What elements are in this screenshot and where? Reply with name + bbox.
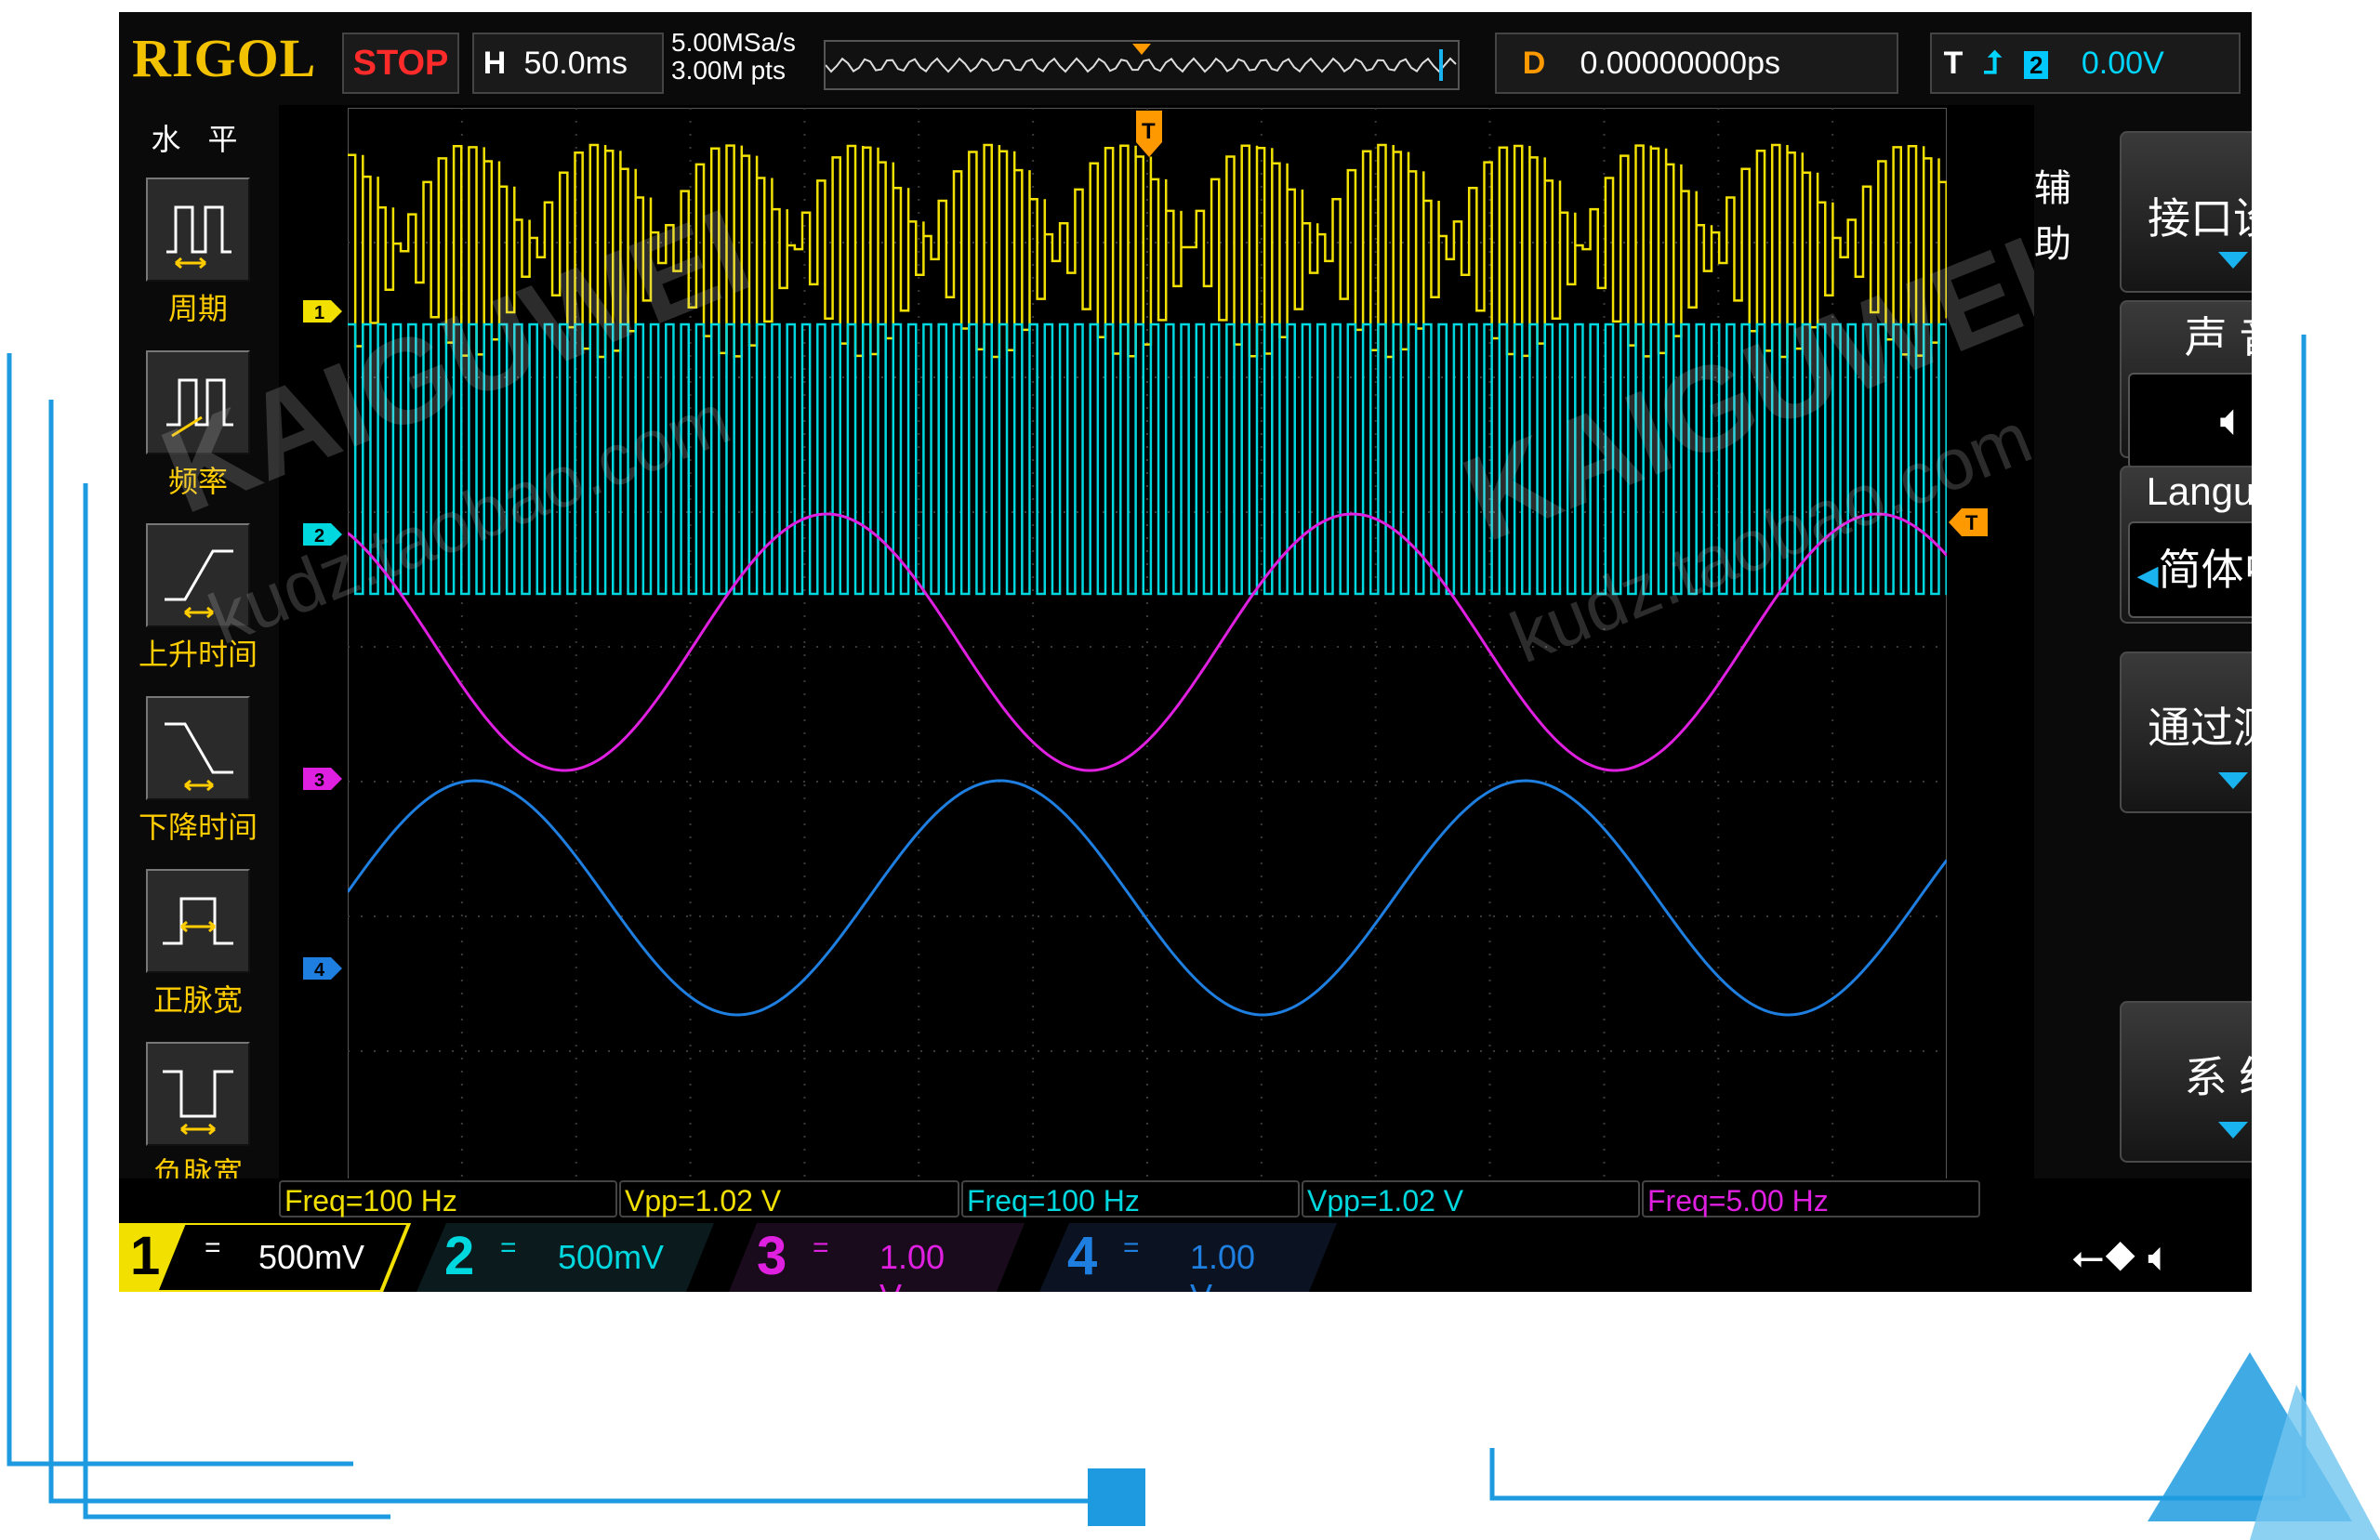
- memory-overview-waveform: [825, 44, 1457, 81]
- chevron-down-icon: [2218, 772, 2248, 789]
- trigger-label: T: [1943, 46, 1964, 81]
- utility-title: 辅 助: [2034, 161, 2071, 272]
- trigger-level-marker[interactable]: T: [1947, 507, 1990, 538]
- trigger-level: 0.00V: [2081, 46, 2164, 81]
- ch4-marker-label: 4: [314, 960, 325, 981]
- measure-item-fall-time[interactable]: 下降时间: [128, 696, 268, 847]
- negative-width-icon: [146, 1042, 250, 1146]
- horizontal-label: H: [483, 46, 507, 81]
- measure-item-positive-width[interactable]: 正脉宽: [128, 869, 268, 1020]
- measure-item-period[interactable]: 周期: [128, 178, 268, 328]
- memory-depth: 3.00M pts: [671, 56, 786, 85]
- trigger-level-marker-label: T: [1965, 511, 1978, 534]
- language-value-field: ◀简体中文: [2128, 521, 2252, 618]
- ch1-marker-label: 1: [314, 303, 324, 323]
- measure-item-label: 下降时间: [138, 810, 258, 844]
- ch3-marker-label: 3: [314, 770, 324, 791]
- ch2-offset-marker[interactable]: 2: [303, 523, 342, 546]
- channel-4-number: 4: [1067, 1226, 1098, 1286]
- chevron-down-icon: [2218, 252, 2248, 269]
- oscilloscope-screen: RIGOL STOP H 50.0ms 5.00MSa/s 3.00M pts …: [119, 12, 2252, 1292]
- sound-softkey[interactable]: 声 音 🔈︎: [2120, 300, 2252, 469]
- dc-coupling-icon: =: [500, 1232, 517, 1263]
- frequency-icon: [146, 350, 250, 454]
- status-bar: RIGOL STOP H 50.0ms 5.00MSa/s 3.00M pts …: [119, 12, 2252, 105]
- delay-label: D: [1522, 46, 1546, 81]
- ch4-offset-marker[interactable]: 4: [303, 957, 342, 981]
- measure-item-label: 周期: [167, 292, 228, 325]
- deco-square: [1088, 1468, 1145, 1526]
- measure-menu: 水 平 周期 频率 上升时间 下降时间 正脉宽 负脉宽: [119, 105, 279, 1190]
- speaker-muted-icon: 🔈︎: [2128, 373, 2252, 469]
- dc-coupling-icon: =: [813, 1232, 829, 1263]
- pass-fail-label: 通过测试: [2148, 704, 2252, 752]
- language-label: Language: [2146, 469, 2252, 513]
- timebase-value: 50.0ms: [523, 46, 628, 81]
- trigger-source-badge: 2: [2023, 51, 2049, 79]
- channel-1-scale: 500mV: [258, 1238, 365, 1276]
- measurement-bar: Freq=100 Hz Vpp=1.02 V Freq=100 Hz Vpp=1…: [119, 1178, 2252, 1221]
- measurement-ch1-vpp[interactable]: Vpp=1.02 V: [619, 1180, 959, 1218]
- utility-title-line2: 助: [2034, 224, 2071, 265]
- measurement-ch2-freq[interactable]: Freq=100 Hz: [961, 1180, 1300, 1218]
- menu-title: 水 平: [151, 123, 247, 156]
- measurement-ch1-freq[interactable]: Freq=100 Hz: [279, 1180, 617, 1218]
- waveform-area[interactable]: [348, 108, 1947, 1186]
- rising-edge-icon: ⮥: [1983, 46, 2003, 81]
- memory-overview-track[interactable]: [824, 40, 1460, 90]
- sound-label: 声 音: [2184, 313, 2252, 362]
- measure-item-label: 频率: [167, 465, 228, 498]
- channel-4-scale: 1.00 V: [1190, 1238, 1256, 1292]
- usb-icon: ⭠◆ 🔈︎: [2071, 1234, 2173, 1280]
- trigger-position-marker[interactable]: T: [1130, 109, 1168, 165]
- channel-3-number: 3: [757, 1226, 787, 1286]
- overview-trigger-marker: [1132, 44, 1151, 55]
- waveform-display: [348, 108, 1947, 1186]
- interface-settings-label: 接口设置: [2148, 194, 2252, 243]
- channel-3-scale: 1.00 V: [879, 1238, 945, 1292]
- measure-item-negative-width[interactable]: 负脉宽: [128, 1042, 268, 1192]
- run-state-button[interactable]: STOP: [342, 33, 459, 94]
- trigger-display[interactable]: T ⮥ 2 0.00V: [1930, 33, 2241, 94]
- interface-settings-softkey[interactable]: 接口设置: [2120, 131, 2252, 293]
- utility-title-line1: 辅: [2034, 168, 2071, 209]
- utility-menu: 辅 助 接口设置 声 音 🔈︎ Language ◀简体中文 通过测试 系 统: [2034, 105, 2252, 1190]
- fall-time-icon: [146, 696, 250, 800]
- acquisition-info: 5.00MSa/s 3.00M pts: [671, 29, 796, 85]
- period-icon: [146, 178, 250, 282]
- channel-bar: 1 = 500mV 2 = 500mV 3 = 1.00 V 4 = 1.00 …: [119, 1223, 2252, 1292]
- language-softkey[interactable]: Language ◀简体中文: [2120, 466, 2252, 624]
- ch2-marker-label: 2: [314, 526, 324, 546]
- chevron-left-icon: ◀: [2136, 560, 2159, 591]
- channel-markers: 1 2 3 4: [303, 300, 342, 981]
- delay-display[interactable]: D 0.00000000ps: [1495, 33, 1898, 94]
- channel-2-scale: 500mV: [558, 1238, 665, 1276]
- measurement-ch3-freq[interactable]: Freq=5.00 Hz: [1642, 1180, 1980, 1218]
- measure-item-label: 正脉宽: [152, 983, 243, 1017]
- language-value: 简体中文: [2158, 546, 2252, 594]
- system-label: 系 统: [2184, 1053, 2252, 1101]
- measurement-ch2-vpp[interactable]: Vpp=1.02 V: [1302, 1180, 1640, 1218]
- dc-coupling-icon: =: [205, 1232, 221, 1263]
- trigger-marker-label: T: [1142, 119, 1156, 144]
- ch1-offset-marker[interactable]: 1: [303, 300, 342, 323]
- sample-rate: 5.00MSa/s: [671, 28, 796, 57]
- measure-item-rise-time[interactable]: 上升时间: [128, 523, 268, 674]
- brand-logo: RIGOL: [132, 28, 317, 88]
- positive-width-icon: [146, 869, 250, 973]
- system-softkey[interactable]: 系 统: [2120, 1001, 2252, 1163]
- channel-1-number: 1: [130, 1226, 161, 1286]
- pass-fail-softkey[interactable]: 通过测试: [2120, 652, 2252, 813]
- dc-coupling-icon: =: [1123, 1232, 1140, 1263]
- measure-item-frequency[interactable]: 频率: [128, 350, 268, 501]
- rise-time-icon: [146, 523, 250, 627]
- channel-2-number: 2: [444, 1226, 475, 1286]
- chevron-down-icon: [2218, 1122, 2248, 1139]
- timebase-display[interactable]: H 50.0ms: [472, 33, 664, 94]
- delay-value: 0.00000000ps: [1580, 46, 1780, 81]
- measure-item-label: 上升时间: [138, 638, 258, 671]
- ch3-offset-marker[interactable]: 3: [303, 768, 342, 791]
